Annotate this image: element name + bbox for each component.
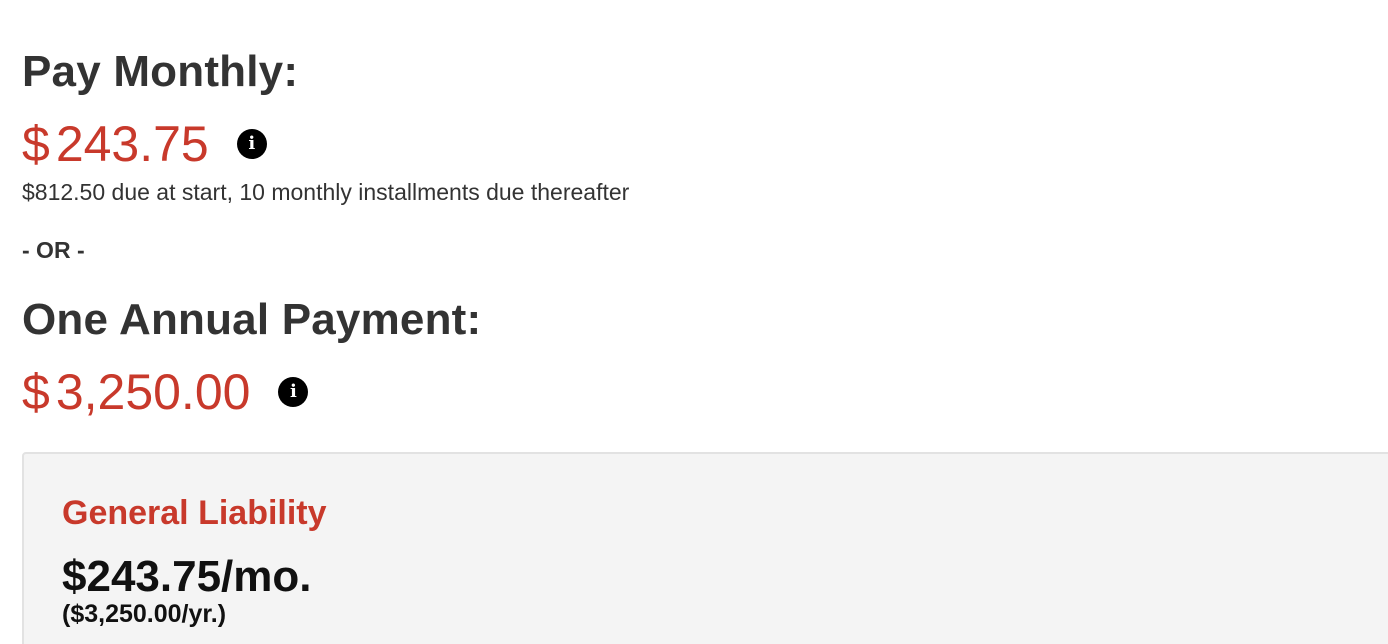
- pay-monthly-heading: Pay Monthly:: [22, 47, 299, 96]
- monthly-installment-note: $812.50 due at start, 10 monthly install…: [22, 179, 630, 205]
- annual-currency-symbol: $: [22, 364, 50, 420]
- monthly-amount: 243.75: [55, 116, 209, 172]
- coverage-title: General Liability: [62, 494, 327, 532]
- coverage-yearly-price: ($3,250.00/yr.): [62, 600, 227, 628]
- or-divider: - OR -: [22, 237, 85, 263]
- annual-amount: 3,250.00: [55, 364, 251, 420]
- annual-payment-heading: One Annual Payment:: [22, 295, 482, 344]
- monthly-price: $ 243.75 i: [22, 119, 267, 169]
- annual-info-icon[interactable]: i: [278, 377, 309, 407]
- monthly-currency-symbol: $: [22, 116, 50, 172]
- monthly-info-icon[interactable]: i: [236, 129, 267, 159]
- coverage-card: General Liability $243.75/mo. ($3,250.00…: [22, 452, 1388, 644]
- payment-options-page: Pay Monthly: $ 243.75 i $812.50 due at s…: [0, 0, 1388, 644]
- annual-price: $ 3,250.00 i: [22, 364, 309, 420]
- coverage-monthly-price: $243.75/mo.: [62, 552, 312, 601]
